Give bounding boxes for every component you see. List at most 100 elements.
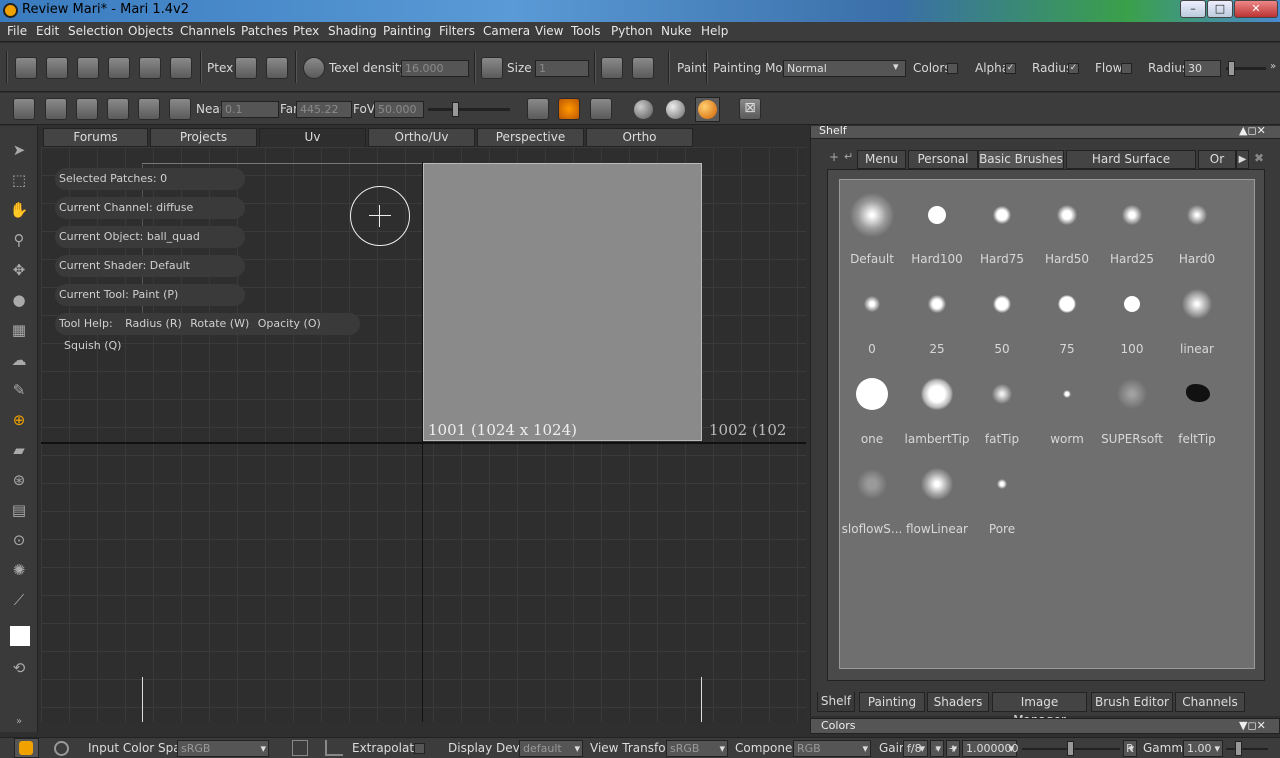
tab-ortho-uv[interactable]: Ortho/Uv [368, 128, 475, 147]
uv-split-icon[interactable] [590, 98, 612, 120]
menu-shading[interactable]: Shading [328, 24, 377, 38]
overflow-arrow-icon[interactable]: » [1270, 61, 1276, 72]
tab-projects[interactable]: Projects [150, 128, 257, 147]
radius-slider-handle[interactable] [1228, 61, 1235, 76]
frame-icon[interactable] [76, 98, 98, 120]
brush-25[interactable]: 25 [905, 270, 969, 356]
color-swatch[interactable] [10, 626, 30, 646]
snapshot-icon[interactable] [170, 57, 192, 79]
eye-icon[interactable] [45, 98, 67, 120]
brush-default[interactable]: Default [840, 180, 904, 266]
colors-checkbox[interactable] [947, 63, 958, 74]
radius-checkbox[interactable]: ✓ [1068, 63, 1079, 74]
brush-hard75[interactable]: Hard75 [970, 180, 1034, 266]
menu-painting[interactable]: Painting [383, 24, 431, 38]
uv-patch-1001[interactable] [423, 163, 702, 441]
lut-file-icon[interactable] [292, 740, 308, 756]
alpha-checkbox[interactable]: ✓ [1005, 63, 1016, 74]
flow-checkbox[interactable] [1121, 63, 1132, 74]
brush-hard50[interactable]: Hard50 [1035, 180, 1099, 266]
uv-viewport[interactable]: 1001 (1024 x 1024) 1002 (102 Selected Pa… [41, 147, 806, 722]
panel-tab-shelf[interactable]: Shelf [817, 692, 855, 712]
shelf-tab-hard-surface[interactable]: Hard Surface Brushes [1066, 150, 1196, 183]
brush-fattip[interactable]: fatTip [970, 360, 1034, 446]
gear-icon[interactable] [54, 741, 69, 756]
gain-plus-button[interactable]: + [946, 740, 960, 757]
menu-view[interactable]: View [535, 24, 563, 38]
panel-tab-shaders[interactable]: Shaders [927, 692, 989, 712]
fov-field[interactable]: 50.000 [374, 101, 424, 118]
display-device-dropdown[interactable]: default [519, 740, 583, 757]
brush-flowlinear[interactable]: flowLinear [905, 450, 969, 536]
lasso-icon[interactable]: ☁ [9, 350, 29, 370]
gain-slider-handle[interactable] [1067, 741, 1074, 756]
swap-colors-icon[interactable]: ⟲ [9, 658, 29, 678]
copy-icon[interactable] [632, 57, 654, 79]
near-field[interactable]: 0.1 [221, 101, 279, 118]
menu-patches[interactable]: Patches [241, 24, 288, 38]
gamma-slider-track[interactable] [1226, 748, 1268, 750]
pin-icon[interactable]: ✎ [9, 380, 29, 400]
close-button[interactable]: ✕ [1234, 0, 1278, 18]
tab-ortho[interactable]: Ortho [586, 128, 693, 147]
shelf-menu-icon[interactable]: ↵ [844, 150, 853, 163]
menu-selection[interactable]: Selection [68, 24, 123, 38]
far-field[interactable]: 445.22 [296, 101, 352, 118]
gradient-icon[interactable]: ▤ [9, 500, 29, 520]
lit-shading-icon[interactable] [666, 100, 685, 119]
add-shelf-icon[interactable]: + [829, 150, 839, 164]
panel-tab-painting[interactable]: Painting [859, 692, 925, 712]
save-icon[interactable] [77, 57, 99, 79]
menu-ptex[interactable]: Ptex [293, 24, 319, 38]
redo-icon[interactable] [139, 57, 161, 79]
hand-pan-icon[interactable]: ✋ [9, 200, 29, 220]
menu-filters[interactable]: Filters [439, 24, 475, 38]
brush-sloflows[interactable]: sloflowS... [840, 450, 904, 536]
brush-pore[interactable]: Pore [970, 450, 1034, 536]
tab-forums[interactable]: Forums [43, 128, 148, 147]
close-file-icon[interactable] [46, 57, 68, 79]
zoom-icon[interactable]: ⚲ [9, 230, 29, 250]
maximize-button[interactable]: □ [1207, 0, 1233, 18]
panel-tab-image-manager[interactable]: Image Manager [992, 692, 1087, 727]
brush-linear[interactable]: linear [1165, 270, 1229, 356]
menu-edit[interactable]: Edit [36, 24, 59, 38]
tab-uv[interactable]: Uv [259, 128, 366, 148]
sphere-orange-icon[interactable] [558, 98, 580, 120]
painting-mode-dropdown[interactable]: Normal [783, 60, 906, 77]
menu-help[interactable]: Help [701, 24, 728, 38]
shape-icon[interactable] [107, 98, 129, 120]
brush-75[interactable]: 75 [1035, 270, 1099, 356]
blur-icon[interactable]: ✺ [9, 560, 29, 580]
texel-density-field[interactable]: 16.000 [401, 60, 469, 77]
grid-tool-icon[interactable]: ▦ [9, 320, 29, 340]
brush-felttip[interactable]: feltTip [1165, 360, 1229, 446]
gamma-value-field[interactable]: 1.00 [1183, 740, 1223, 757]
stamp-icon[interactable]: ⊙ [9, 530, 29, 550]
panel-tab-brush-editor[interactable]: Brush Editor [1091, 692, 1173, 712]
tab-scroll-right-icon[interactable]: ▶ [1236, 150, 1249, 169]
gain-minus-button[interactable]: - [930, 740, 944, 757]
brush-50[interactable]: 50 [970, 270, 1034, 356]
input-color-space-dropdown[interactable]: sRGB [177, 740, 269, 757]
curve-icon[interactable] [325, 740, 343, 756]
expand-icon[interactable]: » [9, 716, 29, 728]
camera-persp-icon[interactable] [527, 98, 549, 120]
minimize-button[interactable]: – [1180, 0, 1206, 18]
menu-python[interactable]: Python [611, 24, 653, 38]
shelf-tab-personal[interactable]: Personal [908, 150, 978, 169]
size-field[interactable]: 1 [535, 60, 589, 77]
gain-value-field[interactable]: 1.000000 [962, 740, 1019, 757]
menu-file[interactable]: File [7, 24, 27, 38]
drop-icon[interactable]: ● [9, 290, 29, 310]
panel-tab-channels[interactable]: Channels [1175, 692, 1245, 712]
eyedropper-icon[interactable]: ⟋ [9, 590, 29, 610]
shelf-tab-basic-brushes[interactable]: Basic Brushes [978, 150, 1064, 169]
fov-slider-handle[interactable] [452, 102, 459, 117]
grid-points-icon[interactable] [169, 98, 191, 120]
brush-hard0[interactable]: Hard0 [1165, 180, 1229, 266]
gain-reset-button[interactable]: R [1123, 740, 1137, 757]
brush-hard25[interactable]: Hard25 [1100, 180, 1164, 266]
brush-one[interactable]: one [840, 360, 904, 446]
menu-nuke[interactable]: Nuke [661, 24, 692, 38]
